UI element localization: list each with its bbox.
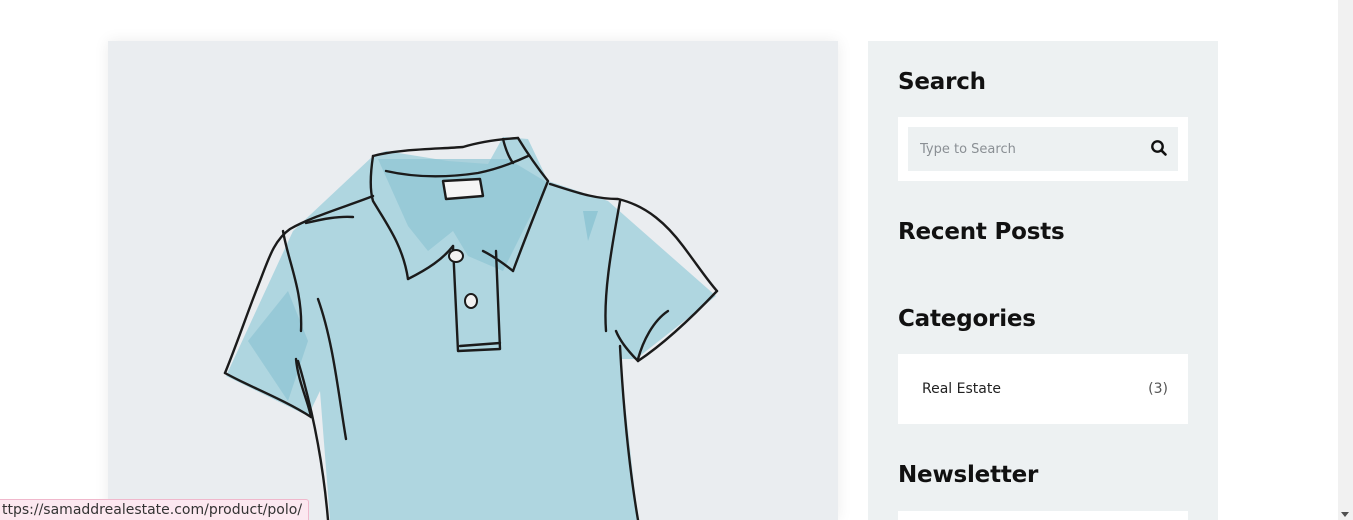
link-status-bar: ttps://samaddrealestate.com/product/polo… (0, 499, 310, 520)
polo-shirt-image[interactable] (108, 41, 838, 520)
search-icon (1151, 140, 1167, 156)
sidebar: Search Recent Posts Categories Real Esta… (868, 41, 1218, 520)
newsletter-title: Newsletter (898, 462, 1039, 488)
category-label: Real Estate (922, 381, 1001, 397)
product-image-card[interactable] (108, 41, 838, 520)
category-count: (3) (1148, 381, 1168, 397)
search-input[interactable] (908, 127, 1178, 171)
recent-posts-title: Recent Posts (898, 219, 1065, 245)
categories-list: Real Estate (3) (898, 354, 1188, 424)
scroll-down-arrow-icon[interactable] (1341, 512, 1349, 517)
newsletter-form (898, 511, 1188, 520)
status-url: ttps://samaddrealestate.com/product/polo… (2, 502, 303, 518)
search-widget-title: Search (898, 69, 986, 95)
page-scrollbar[interactable] (1338, 0, 1353, 520)
categories-title: Categories (898, 306, 1036, 332)
search-form (898, 117, 1188, 181)
search-button[interactable] (1150, 139, 1170, 159)
category-item-real-estate[interactable]: Real Estate (3) (922, 354, 1168, 424)
